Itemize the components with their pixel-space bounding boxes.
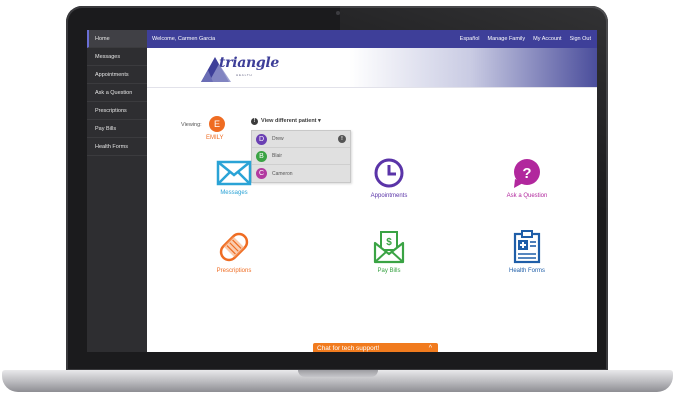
banner: triangle HEALTH [147, 48, 597, 88]
tile-label: Ask a Question [506, 193, 548, 199]
tile-label: Appointments [370, 193, 408, 199]
clipboard-icon [513, 230, 541, 264]
chevron-up-icon: ^ [428, 345, 432, 352]
top-links: Español Manage Family My Account Sign Ou… [460, 30, 591, 48]
link-espanol[interactable]: Español [460, 30, 480, 48]
sidebar-item-health-forms[interactable]: Health Forms [87, 138, 147, 156]
chat-support-button[interactable]: Chat for tech support! ^ [313, 343, 438, 352]
current-patient-name: EMILY [206, 135, 224, 141]
tile-ask-a-question[interactable]: ? Ask a Question [487, 157, 567, 212]
patient-option-drew[interactable]: D Drew ! [252, 131, 350, 148]
link-sign-out[interactable]: Sign Out [570, 30, 591, 48]
tile-messages[interactable]: Messages [194, 160, 274, 215]
patient-option-name: Cameron [272, 170, 293, 177]
sidebar-item-prescriptions[interactable]: Prescriptions [87, 102, 147, 120]
sidebar-item-home[interactable]: Home [87, 30, 147, 48]
envelope-icon [216, 160, 252, 186]
logo-wordmark: triangle [219, 55, 280, 71]
svg-text:?: ? [522, 165, 531, 182]
sidebar-item-ask-a-question[interactable]: Ask a Question [87, 84, 147, 102]
tile-label: Messages [220, 190, 248, 196]
patient-option-name: Drew [272, 136, 284, 142]
question-bubble-icon: ? [514, 159, 540, 188]
sidebar-item-appointments[interactable]: Appointments [87, 66, 147, 84]
tile-appointments[interactable]: Appointments [349, 157, 429, 212]
chat-support-label: Chat for tech support! [317, 345, 380, 352]
tile-label: Prescriptions [216, 268, 252, 274]
logo-subtitle: HEALTH [236, 73, 253, 77]
view-different-patient-dropdown[interactable]: View different patient ▾ [261, 118, 321, 124]
sidebar-item-messages[interactable]: Messages [87, 48, 147, 66]
link-my-account[interactable]: My Account [533, 30, 561, 48]
bill-envelope-icon: $ [373, 231, 405, 264]
webcam [336, 11, 340, 15]
pill-icon [219, 232, 249, 262]
tile-prescriptions[interactable]: Prescriptions [194, 230, 274, 285]
top-bar: Welcome, Carmen Garcia Español Manage Fa… [147, 30, 597, 48]
sidebar: Home Messages Appointments Ask a Questio… [87, 30, 147, 352]
tile-label: Health Forms [508, 268, 545, 274]
triangle-logo[interactable]: triangle HEALTH [199, 52, 279, 84]
clock-icon [374, 158, 404, 188]
app-screen: Home Messages Appointments Ask a Questio… [87, 30, 597, 352]
viewing-label: Viewing: [181, 122, 202, 128]
current-patient-avatar[interactable]: E [209, 116, 225, 132]
sidebar-item-pay-bills[interactable]: Pay Bills [87, 120, 147, 138]
tile-health-forms[interactable]: Health Forms [487, 230, 567, 285]
svg-text:$: $ [386, 237, 392, 248]
info-icon[interactable]: ! [251, 118, 258, 125]
welcome-text: Welcome, Carmen Garcia [152, 36, 216, 42]
tile-label: Pay Bills [377, 268, 401, 274]
patient-avatar: D [256, 133, 267, 145]
patient-option-name: Blair [272, 153, 283, 159]
laptop-base-notch [298, 370, 378, 377]
link-manage-family[interactable]: Manage Family [488, 30, 526, 48]
info-icon[interactable]: ! [338, 135, 346, 143]
tile-pay-bills[interactable]: $ Pay Bills [349, 230, 429, 285]
